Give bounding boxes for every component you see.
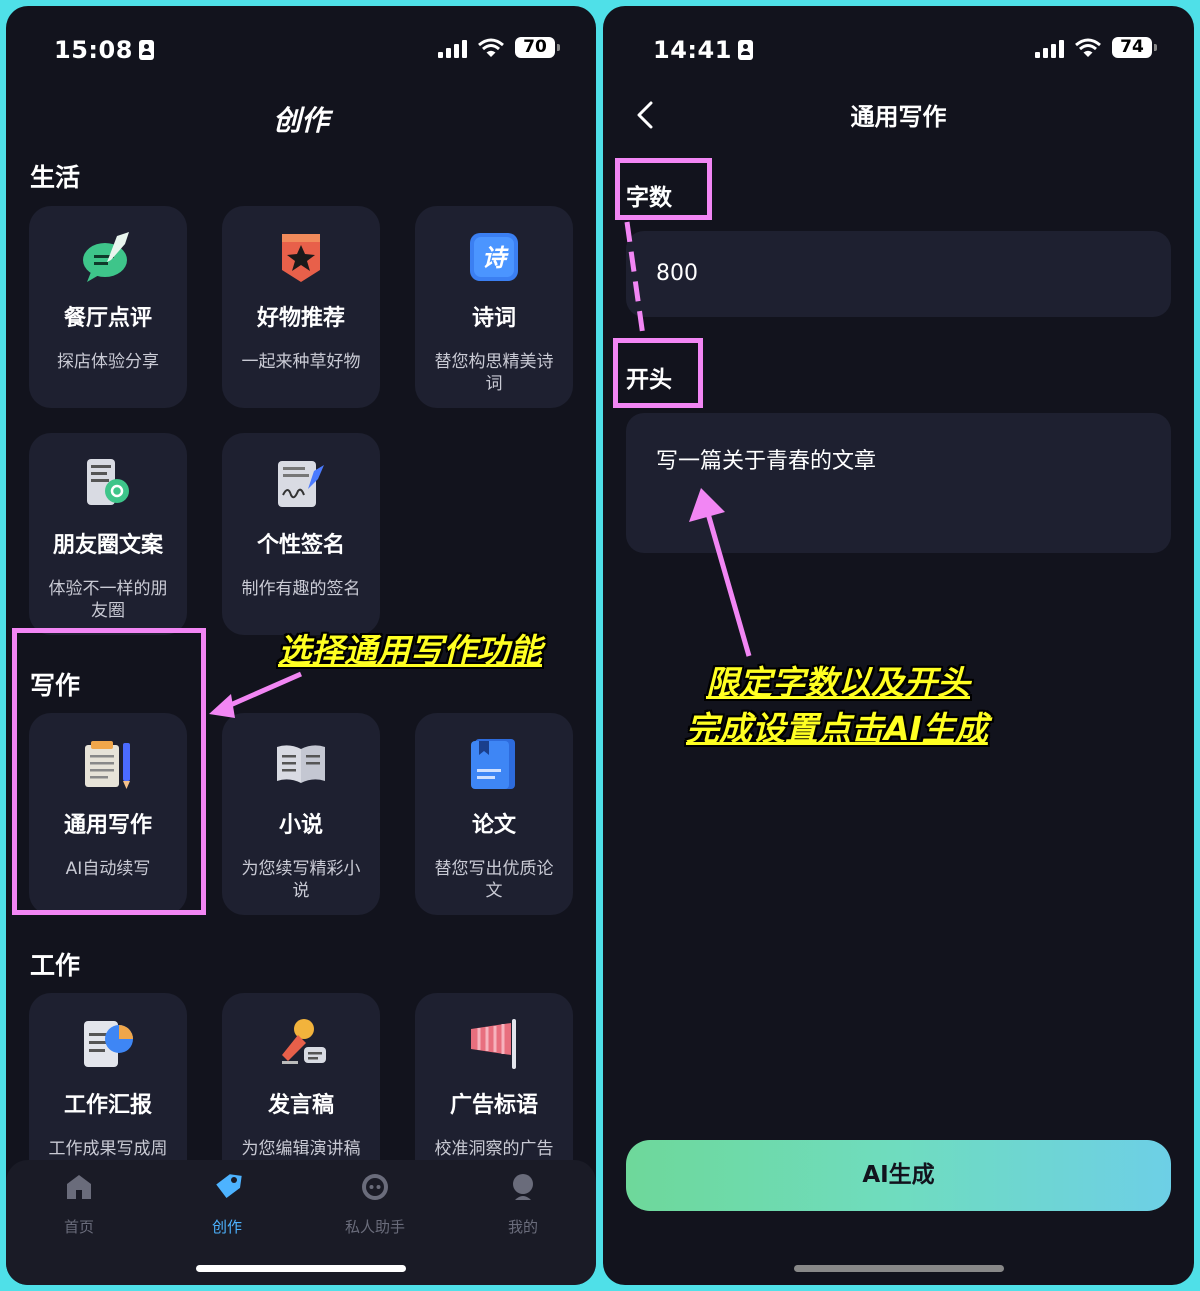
tab-label: 私人助手 <box>344 1218 405 1236</box>
status-bar: 14:41 74 <box>603 34 1194 68</box>
phone-moments-icon <box>87 459 129 505</box>
profile-icon <box>513 1174 533 1200</box>
status-bar: 15:08 70 <box>6 34 596 68</box>
card-desc: 探店体验分享 <box>57 352 159 372</box>
svg-text:诗: 诗 <box>482 244 509 272</box>
person-icon <box>138 40 154 60</box>
card-desc: 体验不一样的朋友圈 <box>48 579 168 621</box>
section-work-title: 工作 <box>30 951 81 980</box>
tab-home[interactable]: 首页 <box>29 1172 129 1237</box>
tab-label: 创作 <box>211 1218 242 1236</box>
card-moments-copy[interactable]: 朋友圈文案 体验不一样的朋友圈 <box>29 433 187 635</box>
card-title: 发言稿 <box>267 1093 334 1118</box>
highlight-general-writing <box>12 628 206 915</box>
card-title: 诗词 <box>471 306 516 331</box>
poem-icon: 诗 <box>470 233 518 281</box>
annotation-arrow-icon <box>209 671 303 718</box>
paper-book-icon <box>471 739 515 789</box>
assistant-icon <box>362 1174 388 1200</box>
status-time: 14:41 <box>653 36 753 64</box>
card-desc: 为您编辑演讲稿 <box>241 1139 361 1159</box>
open-book-icon <box>277 745 325 783</box>
general-writing-screen: 14:41 74 通用写作 字数 800 开头 写一篇关于青春的文章 AI生成 … <box>603 6 1194 1285</box>
tab-assistant[interactable]: 私人助手 <box>325 1172 425 1237</box>
card-title: 朋友圈文案 <box>52 533 163 558</box>
wifi-icon <box>478 38 504 57</box>
tab-create[interactable]: 创作 <box>177 1172 277 1237</box>
tab-label: 首页 <box>63 1218 94 1236</box>
page-title: 创作 <box>272 104 329 137</box>
card-title: 餐厅点评 <box>63 306 152 331</box>
dashed-connector <box>624 221 646 337</box>
card-desc: 替您写出优质论文 <box>434 859 554 901</box>
banner-flag-icon <box>471 1019 516 1069</box>
microphone-icon <box>282 1019 326 1064</box>
card-title: 小说 <box>278 813 323 838</box>
report-chart-icon <box>84 1021 133 1067</box>
creation-screen: 15:08 70 创作 生活 餐厅点评 探店体验分享 好物推荐 一起来种草好物 <box>6 6 596 1285</box>
ai-generate-button[interactable]: AI生成 <box>626 1140 1171 1211</box>
annotation-limit-words: 限定字数以及开头 <box>706 663 970 702</box>
card-title: 论文 <box>471 813 516 838</box>
card-novel[interactable]: 小说 为您续写精彩小说 <box>222 713 380 915</box>
battery-icon: 70 <box>515 37 560 58</box>
card-title: 个性签名 <box>256 533 345 558</box>
highlight-opening <box>613 338 703 408</box>
word-count-input[interactable]: 800 <box>626 231 1171 317</box>
signal-icon <box>438 40 468 58</box>
card-desc: 替您构思精美诗词 <box>434 352 554 394</box>
page-title: 通用写作 <box>850 103 947 131</box>
card-title: 工作汇报 <box>63 1093 152 1118</box>
card-desc: 制作有趣的签名 <box>241 579 361 599</box>
tab-label: 我的 <box>507 1218 538 1236</box>
star-badge-icon <box>282 234 320 282</box>
card-desc: 一起来种草好物 <box>241 352 361 372</box>
status-time: 15:08 <box>54 36 154 64</box>
bottom-tab-bar: 首页 创作 私人助手 我的 <box>6 1160 596 1285</box>
card-desc: 为您续写精彩小说 <box>241 859 361 901</box>
card-title: 好物推荐 <box>256 306 345 331</box>
battery-icon: 74 <box>1112 37 1157 58</box>
card-title: 广告标语 <box>449 1093 538 1118</box>
card-thesis[interactable]: 论文 替您写出优质论文 <box>415 713 573 915</box>
tag-icon <box>216 1174 242 1199</box>
highlight-word-count <box>615 158 712 220</box>
annotation-arrow-icon <box>689 488 752 657</box>
home-indicator <box>793 1265 1004 1272</box>
card-poetry[interactable]: 诗 诗词 替您构思精美诗词 <box>415 206 573 408</box>
card-product-recommend[interactable]: 好物推荐 一起来种草好物 <box>222 206 380 408</box>
tab-mine[interactable]: 我的 <box>473 1172 573 1237</box>
person-icon <box>737 40 753 60</box>
card-restaurant-review[interactable]: 餐厅点评 探店体验分享 <box>29 206 187 408</box>
card-signature[interactable]: 个性签名 制作有趣的签名 <box>222 433 380 635</box>
signature-icon <box>278 461 324 507</box>
review-chat-icon <box>83 232 129 282</box>
home-icon <box>67 1175 91 1199</box>
annotation-select-writing: 选择通用写作功能 <box>278 631 542 670</box>
home-indicator <box>196 1265 406 1272</box>
signal-icon <box>1035 40 1065 58</box>
annotation-click-generate: 完成设置点击AI生成 <box>686 709 988 748</box>
section-life-title: 生活 <box>30 163 81 192</box>
wifi-icon <box>1075 38 1101 57</box>
